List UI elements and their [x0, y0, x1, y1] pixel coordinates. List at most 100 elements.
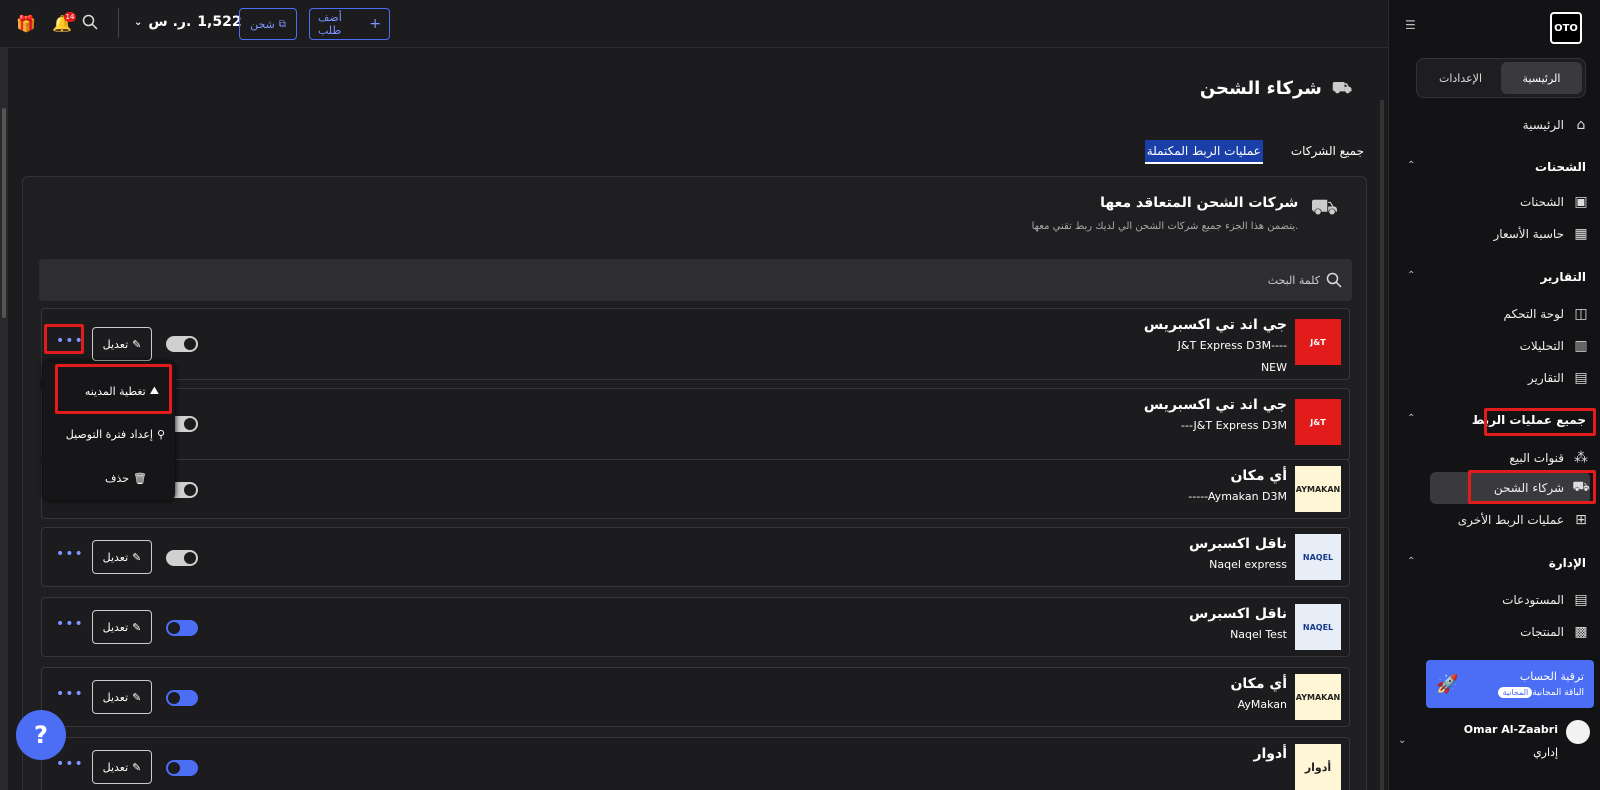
menu-item-label: حذف — [105, 472, 130, 485]
partner-logo: NAQEL — [1295, 534, 1341, 580]
section-reports[interactable]: التقارير — [1540, 270, 1586, 284]
page-title-text: شركاء الشحن — [1199, 78, 1322, 99]
partner-toggle[interactable] — [166, 690, 198, 706]
network-icon: ⁂ — [1574, 450, 1588, 466]
partner-card: AYMAKAN أي مكان -----Aymakan D3M — [41, 459, 1350, 519]
partner-account: ---J&T Express D3M — [1181, 419, 1287, 432]
main-scrollbar[interactable] — [1380, 100, 1384, 790]
balance-amount: 1,522 — [197, 14, 242, 30]
partner-logo: J&T — [1295, 399, 1341, 445]
ship-button[interactable]: شحن ⧉ — [239, 8, 297, 40]
partner-account: -----Aymakan D3M — [1188, 490, 1287, 503]
tab-completed-integrations[interactable]: عمليات الربط المكتملة — [1144, 140, 1263, 164]
add-order-button[interactable]: أضف طلب + — [309, 8, 390, 40]
edit-button[interactable]: تعديل✎ — [92, 540, 152, 574]
edit-icon: ✎ — [132, 337, 142, 351]
sidebar-item-label: حاسبة الأسعار — [1493, 227, 1564, 241]
switch-home[interactable]: الرئيسية — [1501, 62, 1582, 94]
edit-label: تعديل — [102, 550, 129, 564]
sidebar-item-label: المنتجات — [1520, 625, 1564, 639]
sidebar-item-reports[interactable]: ▤ التقارير — [1528, 366, 1590, 390]
partner-logo: AYMAKAN — [1295, 466, 1341, 512]
partner-card: NAQEL ناقل اكسبرس Naqel express تعديل ✎ •… — [41, 527, 1350, 587]
section-title: التقارير — [1540, 270, 1586, 284]
chevron-up-icon[interactable]: ⌃ — [1407, 556, 1415, 567]
home-icon: ⌂ — [1576, 117, 1586, 133]
sidebar-item-price-calculator[interactable]: ▦ حاسبة الأسعار — [1494, 222, 1590, 246]
sidebar-item-dashboard[interactable]: ◫ لوحة التحكم — [1504, 302, 1591, 326]
delivery-truck-icon: ⛟ — [1310, 195, 1338, 220]
chevron-up-icon[interactable]: ⌃ — [1407, 413, 1415, 424]
partner-toggle[interactable] — [166, 336, 198, 352]
left-scrollbar[interactable] — [0, 48, 8, 790]
toggle-knob — [168, 692, 180, 704]
tabs: جميع الشركات عمليات الربط المكتملة — [1144, 140, 1364, 164]
partner-toggle[interactable] — [166, 620, 198, 636]
highlight-more-button — [44, 324, 84, 354]
sidebar-item-warehouses[interactable]: ▤ المستودعات — [1502, 588, 1590, 612]
sidebar-item-other-integrations[interactable]: ⊞ عمليات الربط الأخرى — [1458, 508, 1590, 532]
edit-button[interactable]: تعديل✎ — [92, 750, 152, 784]
partner-name: أي مكان — [1230, 468, 1287, 484]
chart-icon: ▥ — [1574, 338, 1588, 354]
sidebar-item-shipments[interactable]: ▣ الشحنات — [1520, 190, 1590, 214]
section-title: الإدارة — [1548, 556, 1586, 570]
search-input[interactable]: كلمة البحث — [1268, 274, 1320, 287]
sidebar-item-products[interactable]: ▩ المنتجات — [1520, 620, 1590, 644]
partner-logo: AYMAKAN — [1295, 674, 1341, 720]
user-profile[interactable]: Omar Al-Zaabri إداري ⌄ — [1398, 720, 1590, 780]
sidebar-item-label: عمليات الربط الأخرى — [1457, 513, 1564, 527]
sidebar-item-analytics[interactable]: ▥ التحليلات — [1520, 334, 1590, 358]
balance[interactable]: ⌄ ر. س. 1,522 — [134, 14, 242, 30]
more-options-button[interactable]: ••• — [56, 546, 84, 562]
balance-currency: ر. س. — [148, 14, 192, 30]
toggle-knob — [168, 762, 180, 774]
menu-item-delete[interactable]: 🗑 حذف — [105, 472, 147, 485]
avatar — [1566, 720, 1590, 744]
edit-icon: ✎ — [132, 550, 142, 564]
partner-toggle[interactable] — [166, 760, 198, 776]
partner-card: AYMAKAN أي مكان AyMakan تعديل ✎ ••• — [41, 667, 1350, 727]
partner-logo: J&T — [1295, 319, 1341, 365]
section-shipments[interactable]: الشحنات — [1535, 160, 1586, 174]
left-scrollbar-thumb[interactable] — [2, 108, 6, 318]
partner-name: جي اند تي اكسبريس — [1143, 397, 1287, 413]
toggle-knob — [184, 484, 196, 496]
gift-icon[interactable]: 🎁 — [16, 14, 36, 33]
chevron-up-icon[interactable]: ⌃ — [1407, 270, 1415, 281]
topbar: 🎁 🔔 14 ⌄ ر. س. 1,522 شحن ⧉ أضف طلب + — [0, 0, 1388, 48]
sidebar-item-label: المستودعات — [1502, 593, 1564, 607]
search-bar[interactable]: كلمة البحث — [39, 259, 1352, 301]
more-options-button[interactable]: ••• — [56, 616, 84, 632]
rocket-icon: 🚀 — [1436, 673, 1459, 695]
section-management[interactable]: الإدارة — [1549, 556, 1586, 570]
more-options-button[interactable]: ••• — [56, 756, 84, 772]
search-icon[interactable] — [82, 14, 98, 34]
partner-account: J&T Express D3M---- — [1177, 339, 1287, 352]
upgrade-account-card[interactable]: ترقية الحساب المجانية الباقة المجانية 🚀 — [1426, 660, 1594, 708]
location-icon: ⚲ — [156, 428, 165, 441]
menu-item-delivery-window[interactable]: ⚲ إعداد فترة التوصيل — [66, 428, 165, 441]
edit-label: تعديل — [102, 337, 129, 351]
section-title: الشحنات — [1535, 160, 1586, 174]
sidebar-item-sales-channels[interactable]: ⁂ قنوات البيع — [1509, 446, 1590, 470]
tab-all-companies[interactable]: جميع الشركات — [1291, 140, 1364, 164]
edit-button[interactable]: تعديل✎ — [92, 610, 152, 644]
switch-settings[interactable]: الإعدادات — [1420, 62, 1501, 94]
more-options-button[interactable]: ••• — [56, 686, 84, 702]
edit-button[interactable]: تعديل✎ — [92, 680, 152, 714]
partner-toggle[interactable] — [166, 550, 198, 566]
help-button[interactable]: ? — [16, 710, 66, 760]
collapse-icon[interactable]: ☰ — [1405, 18, 1419, 32]
chevron-down-icon[interactable]: ⌄ — [1398, 735, 1406, 746]
edit-label: تعديل — [102, 620, 129, 634]
partner-card: NAQEL ناقل اكسبرس Naqel Test تعديل ✎ ••• — [41, 597, 1350, 657]
edit-icon: ✎ — [132, 760, 142, 774]
panel-header: ⛟ شركات الشحن المتعاقد معها يتضمن هذا ال… — [1032, 195, 1338, 232]
logo[interactable]: OTO — [1550, 12, 1582, 44]
edit-button[interactable]: تعديل✎ — [92, 327, 152, 361]
chevron-up-icon[interactable]: ⌃ — [1407, 160, 1415, 171]
sidebar-item-home[interactable]: ⌂ الرئيسية — [1523, 113, 1590, 137]
partner-name: أي مكان — [1230, 676, 1287, 692]
toggle-knob — [168, 622, 180, 634]
